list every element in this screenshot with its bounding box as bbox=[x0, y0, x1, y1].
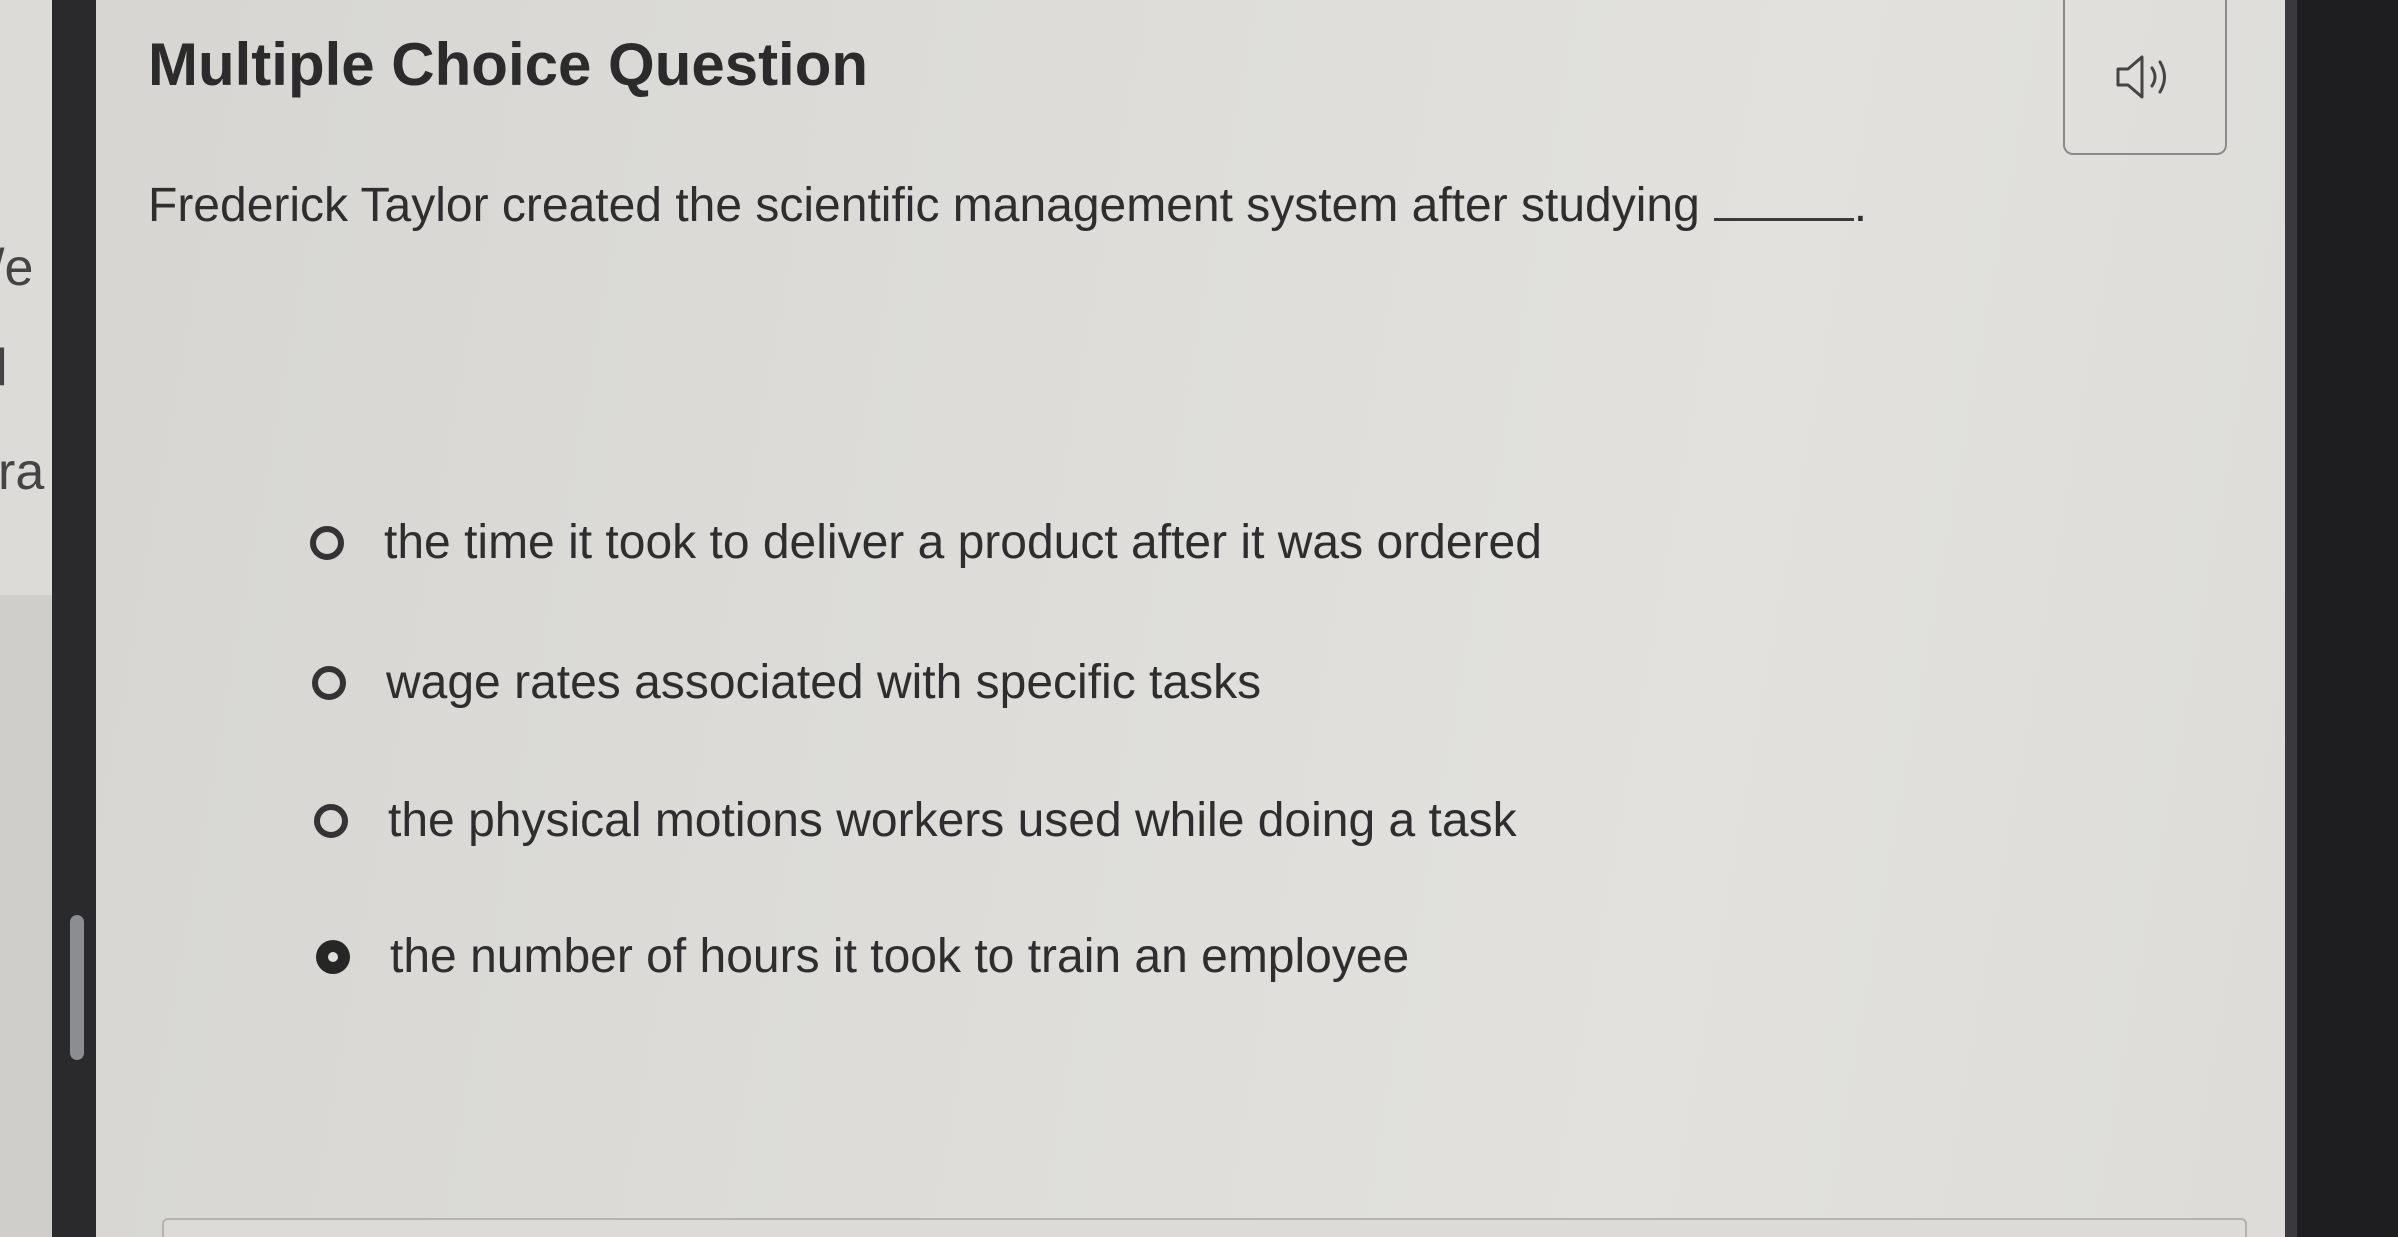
left-side-panel: /e l ra bbox=[0, 0, 52, 1237]
question-prompt-text: Frederick Taylor created the scientific … bbox=[148, 179, 1700, 232]
scrollbar-thumb[interactable] bbox=[70, 915, 84, 1060]
question-type-heading: Multiple Choice Question bbox=[148, 31, 869, 98]
radio-button[interactable] bbox=[314, 803, 348, 838]
answer-option-label: wage rates associated with specific task… bbox=[386, 656, 1262, 709]
radio-button[interactable] bbox=[312, 665, 346, 700]
bottom-panel bbox=[162, 1218, 2247, 1237]
screen: /e l ra Multiple Choice Question Frederi… bbox=[0, 0, 2398, 1237]
radio-button-selected[interactable] bbox=[316, 939, 350, 974]
left-panel-text-fragment: l bbox=[0, 339, 8, 397]
answer-option[interactable]: the physical motions workers used while … bbox=[314, 793, 1517, 848]
radio-button[interactable] bbox=[310, 525, 344, 560]
answer-option-label: the physical motions workers used while … bbox=[388, 794, 1517, 847]
answer-option-label: the time it took to deliver a product af… bbox=[384, 516, 1542, 569]
screen-bezel-right bbox=[2285, 0, 2398, 1237]
answer-option[interactable]: wage rates associated with specific task… bbox=[312, 655, 1261, 710]
left-panel-text-fragment: /e bbox=[0, 239, 34, 297]
answer-option-label: the number of hours it took to train an … bbox=[390, 930, 1410, 983]
question-prompt-end: . bbox=[1853, 179, 1868, 232]
question-prompt: Frederick Taylor created the scientific … bbox=[148, 178, 1867, 233]
left-panel-text-fragment: ra bbox=[0, 443, 45, 501]
answer-option-selected[interactable]: the number of hours it took to train an … bbox=[316, 929, 1409, 984]
speaker-icon bbox=[2116, 55, 2166, 98]
screen-bezel-inner bbox=[2285, 0, 2297, 1237]
answer-option[interactable]: the time it took to deliver a product af… bbox=[310, 515, 1542, 570]
fill-in-blank bbox=[1713, 218, 1854, 221]
read-aloud-button[interactable] bbox=[2063, 0, 2227, 155]
